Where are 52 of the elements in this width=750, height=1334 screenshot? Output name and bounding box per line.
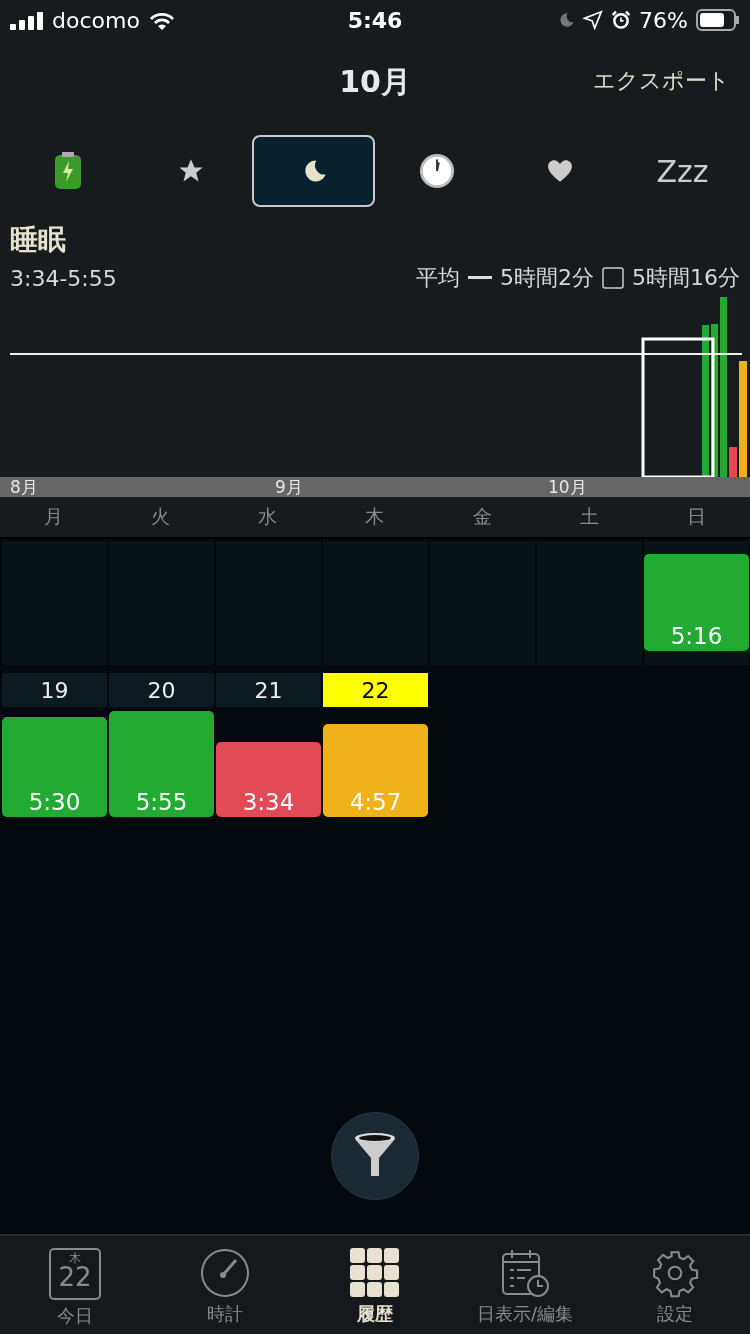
carrier-name: docomo [52,7,140,33]
tab-bar-item[interactable]: 木 22 今日 [0,1236,150,1334]
month-title: 10月 [339,63,411,101]
day-number: 21 [216,673,321,707]
weekday-label: 日 [685,504,707,529]
time-range: 3:34-5:55 [10,265,117,291]
weekday-label: 水 [257,504,279,529]
schedule-icon [500,1248,550,1298]
sleep-bar[interactable]: 5:16 [644,554,749,651]
battery-percent: 76% [639,7,688,33]
clock-icon [417,152,456,190]
weekday-label: 木 [364,504,386,529]
settings-icon [650,1248,700,1298]
average-label: 平均 [416,264,460,292]
gauge-icon [200,1248,250,1298]
battery-icon [696,9,740,31]
category-tab[interactable] [252,135,375,207]
day-number: 19 [2,673,107,707]
category-tab[interactable]: Zzz [621,135,744,207]
box-legend-icon [602,267,624,289]
total-value: 5時間16分 [632,264,740,292]
battery-icon [52,151,83,191]
line-legend-icon [468,276,492,280]
day-number: 20 [109,673,214,707]
calendar-icon: 木 22 [49,1248,101,1300]
sleep-bar[interactable]: 3:34 [216,742,321,817]
export-button[interactable]: エクスポート [593,66,730,96]
weekday-label: 土 [578,504,600,529]
selection-frame[interactable] [641,337,715,477]
tab-bar-item[interactable]: 時計 [150,1236,300,1334]
month-label: 10月 [548,477,587,497]
day-number: 22 [323,673,428,707]
grid-icon [350,1248,400,1298]
weekday-label: 火 [150,504,172,529]
average-value: 5時間2分 [500,264,594,292]
month-label: 9月 [275,477,303,497]
month-label: 8月 [10,477,38,497]
alarm-icon [611,10,632,30]
sleep-bar[interactable]: 5:30 [2,717,107,817]
tab-bar-item[interactable]: 設定 [600,1236,750,1334]
chart-bar [729,447,737,477]
section-title: 睡眠 [10,222,67,258]
clock-time: 5:46 [347,7,403,33]
location-icon [583,10,604,30]
weekday-label: 月 [43,504,65,529]
tab-bar-item[interactable]: 日表示/編集 [450,1236,600,1334]
moon-icon [557,11,576,29]
tab-bar-item[interactable]: 履歴 [300,1236,450,1334]
signal-icon [10,10,44,30]
heart-icon [546,159,573,183]
weekday-label: 金 [471,504,493,529]
sleep-bar[interactable]: 5:55 [109,711,214,817]
